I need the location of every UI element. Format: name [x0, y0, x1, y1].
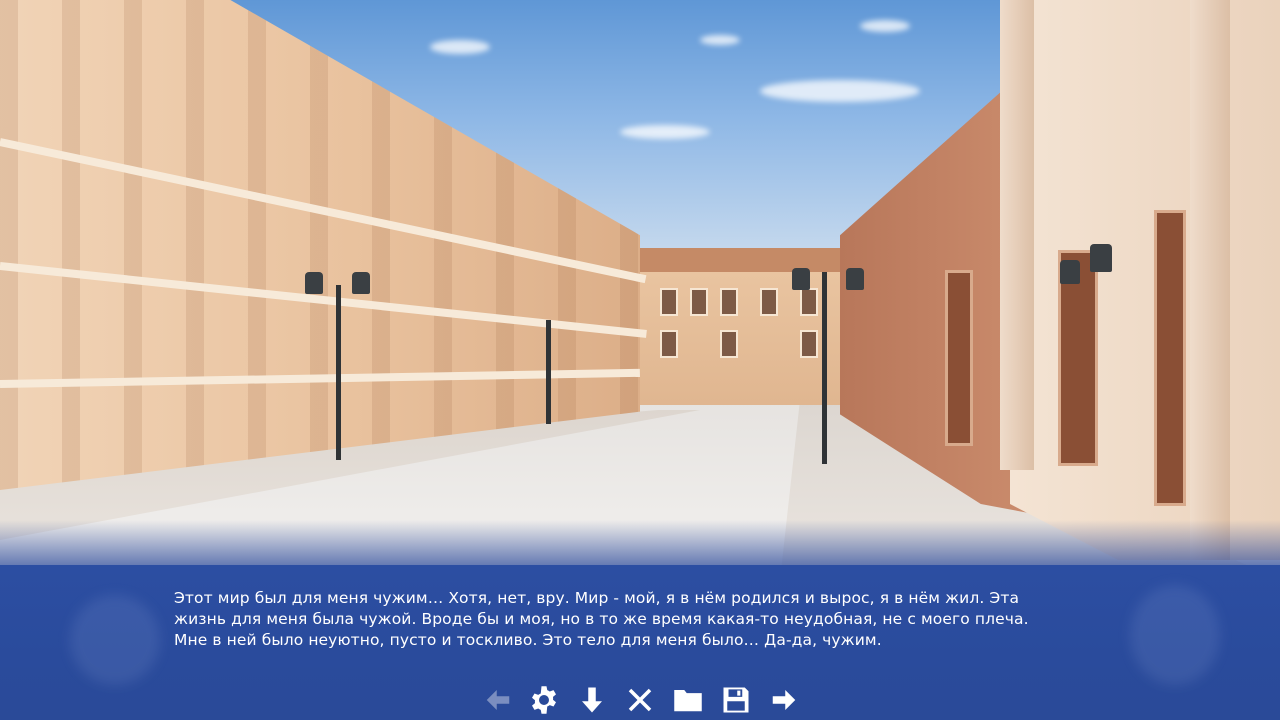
cloud [620, 125, 710, 139]
street-lamp [792, 268, 810, 290]
gear-icon [532, 686, 556, 714]
far-window [690, 288, 708, 316]
textbox-ornament [70, 595, 160, 685]
save-button[interactable] [716, 680, 756, 720]
cloud [760, 80, 920, 102]
street-lamp [352, 272, 370, 294]
street-lamp [546, 320, 551, 424]
right-building-facade [1010, 0, 1280, 560]
hide-textbox-button[interactable] [572, 680, 612, 720]
wall-lamp [1060, 260, 1080, 284]
far-window [660, 330, 678, 358]
textbox-ornament [1130, 585, 1220, 685]
wall-lamp [1090, 244, 1112, 272]
street-lamp [822, 272, 827, 464]
quick-menu [478, 680, 808, 720]
settings-button[interactable] [524, 680, 564, 720]
close-button[interactable] [620, 680, 660, 720]
cloud [860, 20, 910, 32]
street-lamp [305, 272, 323, 294]
far-window [720, 330, 738, 358]
far-window [800, 288, 818, 316]
arrow-right-icon [772, 690, 796, 710]
door [945, 270, 973, 446]
save-icon [723, 687, 749, 713]
street-lamp [336, 285, 341, 460]
far-window [720, 288, 738, 316]
street-lamp [846, 268, 864, 290]
dialogue-text: Этот мир был для меня чужим… Хотя, нет, … [174, 589, 1029, 649]
arrow-down-icon [582, 687, 602, 713]
cloud [700, 35, 740, 45]
far-window [760, 288, 778, 316]
far-window [660, 288, 678, 316]
pillar [1000, 0, 1034, 470]
cloud [430, 40, 490, 54]
load-button[interactable] [668, 680, 708, 720]
far-window [800, 330, 818, 358]
back-button[interactable] [478, 680, 518, 720]
arrow-left-icon [486, 690, 510, 710]
folder-icon [674, 690, 702, 712]
close-icon [628, 688, 652, 712]
pillar [1190, 0, 1230, 560]
forward-button[interactable] [764, 680, 804, 720]
door [1154, 210, 1186, 506]
far-building-roof [628, 248, 850, 274]
